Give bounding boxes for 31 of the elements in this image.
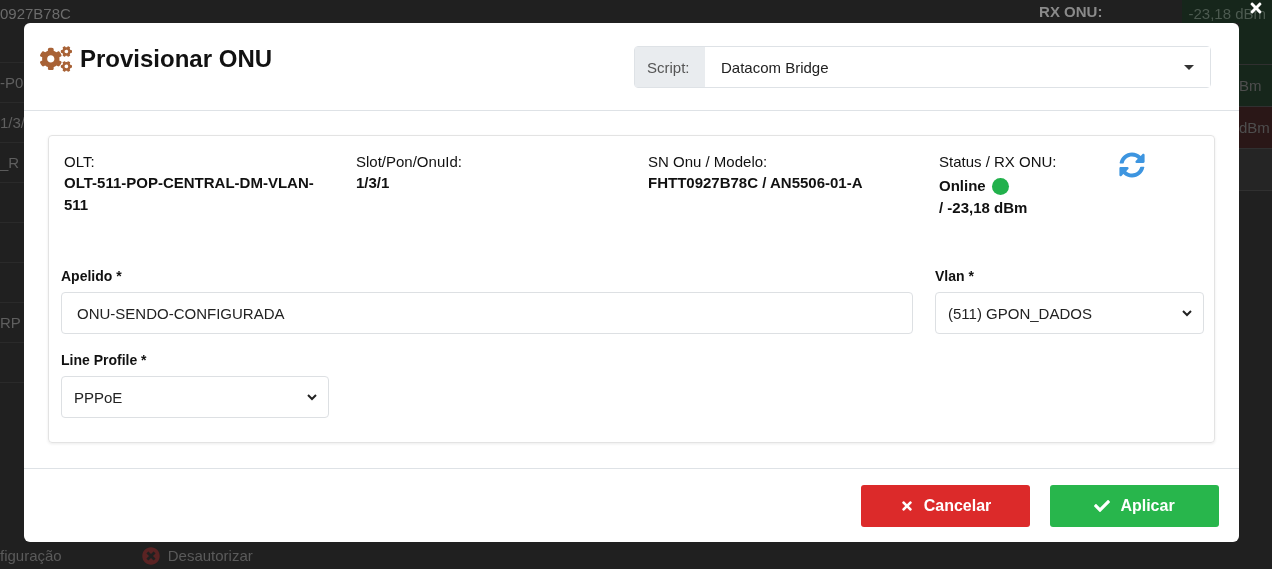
info-label: Slot/Pon/OnuId: bbox=[356, 152, 463, 172]
serial-text: 0927B78C bbox=[0, 4, 71, 22]
info-value: OLT-511-POP-CENTRAL-DM-VLAN-511 bbox=[64, 173, 314, 215]
chevron-icon bbox=[1181, 307, 1193, 319]
info-value: FHTT0927B78C / AN5506-01-A bbox=[648, 173, 864, 193]
text-field[interactable]: ONU-SENDO-CONFIGURADA bbox=[61, 292, 913, 334]
field-label: Apelido * bbox=[61, 268, 123, 284]
info-label: SN Onu / Modelo: bbox=[648, 152, 769, 172]
status-text: Online bbox=[939, 176, 986, 196]
field-label: Line Profile * bbox=[61, 352, 148, 368]
table-cell: -P0 bbox=[0, 74, 24, 91]
gears-icon bbox=[40, 45, 72, 73]
table-cell: Desautorizar bbox=[167, 547, 253, 564]
table-cell: Bm bbox=[1239, 65, 1272, 107]
info-value: 1/3/1 bbox=[356, 173, 391, 193]
refresh-icon[interactable] bbox=[1119, 152, 1145, 178]
table-cell: RP bbox=[0, 314, 21, 331]
select-field[interactable]: PPPoE bbox=[61, 376, 329, 418]
check-icon bbox=[1094, 497, 1111, 514]
select-field[interactable]: (511) GPON_DADOS bbox=[935, 292, 1204, 334]
table-cell: figuração bbox=[0, 547, 62, 564]
rx-label: RX ONU: bbox=[1039, 2, 1103, 20]
field-label: Vlan * bbox=[935, 268, 975, 284]
chevron-icon bbox=[306, 391, 318, 403]
dialog-title: Provisionar ONU bbox=[80, 45, 273, 73]
table-cell: _R bbox=[0, 154, 20, 171]
close-icon bbox=[899, 498, 914, 513]
cancel-button[interactable]: Cancelar bbox=[861, 484, 1030, 527]
info-label: Status / RX ONU: bbox=[939, 152, 1058, 172]
info-label: OLT: bbox=[64, 152, 96, 172]
rx-reading: / -23,18 dBm bbox=[939, 198, 1029, 218]
